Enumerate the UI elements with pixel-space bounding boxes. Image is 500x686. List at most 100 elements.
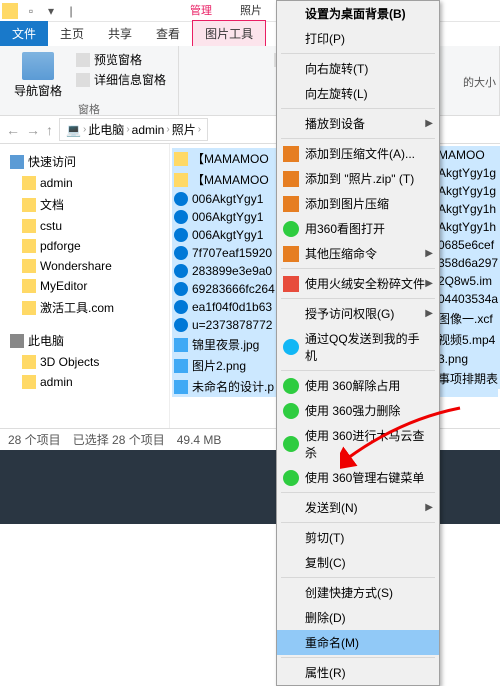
- sidebar-item[interactable]: 激活工具.com: [4, 296, 165, 319]
- file-name: 3.png: [438, 352, 468, 366]
- folder-icon: [22, 176, 36, 190]
- menu-item[interactable]: 使用 360管理右键菜单: [277, 465, 439, 490]
- crumb-user[interactable]: admin: [132, 123, 165, 137]
- sidebar-quick-access[interactable]: 快速访问: [4, 150, 165, 173]
- nav-pane-button[interactable]: 导航窗格: [8, 50, 68, 101]
- menu-item[interactable]: 属性(R): [277, 660, 439, 685]
- pc-icon: 💻: [66, 123, 81, 137]
- menu-item[interactable]: 授予访问权限(G)▶: [277, 301, 439, 326]
- file-item[interactable]: 视频5.mp4: [438, 329, 500, 350]
- file-name: AkgtYgy1h: [438, 220, 496, 234]
- file-item[interactable]: MAMOO: [438, 146, 500, 164]
- file-name: 69283666fc264: [192, 282, 275, 296]
- menu-item[interactable]: 使用 360解除占用: [277, 373, 439, 398]
- menu-item-icon: [283, 378, 299, 394]
- sidebar-item-label: 文档: [40, 196, 64, 213]
- tab-home[interactable]: 主页: [48, 21, 96, 46]
- file-name: AkgtYgy1g: [438, 166, 496, 180]
- sidebar-item[interactable]: MyEditor: [4, 276, 165, 296]
- file-item[interactable]: 图像一.xcf: [438, 308, 500, 329]
- menu-item-label: 使用 360管理右键菜单: [305, 469, 424, 486]
- file-item[interactable]: 0685e6cef: [438, 236, 500, 254]
- sidebar-item-label: 3D Objects: [40, 355, 99, 369]
- menu-item[interactable]: 通过QQ发送到我的手机: [277, 326, 439, 368]
- crumb-pc[interactable]: 此电脑: [88, 121, 124, 138]
- menu-item[interactable]: 添加到图片压缩: [277, 191, 439, 216]
- menu-item[interactable]: 创建快捷方式(S): [277, 580, 439, 605]
- star-icon: [10, 155, 24, 169]
- menu-item[interactable]: 删除(D): [277, 605, 439, 630]
- file-icon: [174, 192, 188, 206]
- crumb-folder[interactable]: 照片: [172, 121, 196, 138]
- submenu-arrow-icon: ▶: [425, 248, 433, 259]
- nav-back-icon[interactable]: ←: [6, 122, 20, 138]
- file-icon: [174, 318, 188, 332]
- menu-item-icon: [283, 221, 299, 237]
- menu-item[interactable]: 向左旋转(L): [277, 81, 439, 106]
- details-pane-icon: [76, 73, 90, 87]
- folder-icon: [22, 219, 36, 233]
- menu-item[interactable]: 添加到压缩文件(A)...: [277, 141, 439, 166]
- tab-file[interactable]: 文件: [0, 21, 48, 46]
- sidebar-this-pc[interactable]: 此电脑: [4, 329, 165, 352]
- menu-item[interactable]: 其他压缩命令▶: [277, 241, 439, 266]
- menu-item[interactable]: 设置为桌面背景(B): [277, 1, 439, 26]
- sidebar-item[interactable]: 3D Objects: [4, 352, 165, 372]
- menu-item[interactable]: 剪切(T): [277, 525, 439, 550]
- preview-pane-button[interactable]: 预览窗格: [72, 50, 170, 69]
- nav-fwd-icon[interactable]: →: [26, 122, 40, 138]
- tab-view[interactable]: 查看: [144, 21, 192, 46]
- menu-item[interactable]: 复制(C): [277, 550, 439, 575]
- qat-props-icon[interactable]: ▫: [22, 2, 40, 20]
- chevron-right-icon[interactable]: ›: [126, 124, 129, 135]
- menu-item[interactable]: 添加到 "照片.zip" (T): [277, 166, 439, 191]
- file-item[interactable]: 358d6a297: [438, 254, 500, 272]
- menu-item[interactable]: 重命名(M): [277, 630, 439, 655]
- preview-pane-icon: [76, 53, 90, 67]
- sidebar-item[interactable]: cstu: [4, 216, 165, 236]
- chevron-right-icon[interactable]: ›: [198, 124, 201, 135]
- nav-up-icon[interactable]: ↑: [46, 122, 53, 138]
- tab-picture-tools[interactable]: 图片工具: [192, 20, 266, 46]
- sidebar-item[interactable]: admin: [4, 173, 165, 193]
- menu-item-label: 添加到图片压缩: [305, 195, 389, 212]
- folder-icon: [22, 375, 36, 389]
- file-item[interactable]: AkgtYgy1h: [438, 200, 500, 218]
- menu-item[interactable]: 发送到(N)▶: [277, 495, 439, 520]
- file-name: MAMOO: [438, 148, 485, 162]
- sidebar-item[interactable]: admin: [4, 372, 165, 392]
- chevron-right-icon[interactable]: ›: [83, 124, 86, 135]
- file-name: 358d6a297: [438, 256, 498, 270]
- menu-separator: [281, 268, 435, 269]
- menu-item[interactable]: 用360看图打开: [277, 216, 439, 241]
- file-item[interactable]: 2Q8w5.im: [438, 272, 500, 290]
- file-name: 006AkgtYgy1: [192, 228, 263, 242]
- file-item[interactable]: 事项排期表: [438, 368, 500, 389]
- sidebar-item[interactable]: pdforge: [4, 236, 165, 256]
- sidebar-item[interactable]: Wondershare: [4, 256, 165, 276]
- status-selection: 已选择 28 个项目: [73, 431, 165, 448]
- menu-item[interactable]: 打印(P): [277, 26, 439, 51]
- menu-item[interactable]: 使用 360进行木马云查杀: [277, 423, 439, 465]
- breadcrumb[interactable]: 💻› 此电脑› admin› 照片›: [59, 118, 208, 141]
- menu-item-icon: [283, 339, 299, 355]
- menu-item[interactable]: 使用火绒安全粉碎文件▶: [277, 271, 439, 296]
- folder-icon: [22, 301, 36, 315]
- tab-share[interactable]: 共享: [96, 21, 144, 46]
- sidebar-item-label: pdforge: [40, 239, 81, 253]
- file-item[interactable]: 04403534a: [438, 290, 500, 308]
- file-item[interactable]: AkgtYgy1g: [438, 182, 500, 200]
- sidebar-item[interactable]: 文档: [4, 193, 165, 216]
- file-item[interactable]: 3.png: [438, 350, 500, 368]
- sidebar: 快速访问 admin 文档 cstu pdforge WondershareMyEdit…: [0, 144, 170, 450]
- menu-item[interactable]: 向右旋转(T): [277, 56, 439, 81]
- qat-dropdown-icon[interactable]: ▾: [42, 2, 60, 20]
- chevron-right-icon[interactable]: ›: [166, 124, 169, 135]
- menu-item[interactable]: 播放到设备▶: [277, 111, 439, 136]
- file-list-col2[interactable]: MAMOOAkgtYgy1gAkgtYgy1gAkgtYgy1hAkgtYgy1…: [438, 146, 500, 389]
- file-icon: [174, 246, 188, 260]
- menu-item[interactable]: 使用 360强力删除: [277, 398, 439, 423]
- details-pane-button[interactable]: 详细信息窗格: [72, 70, 170, 89]
- file-item[interactable]: AkgtYgy1g: [438, 164, 500, 182]
- file-item[interactable]: AkgtYgy1h: [438, 218, 500, 236]
